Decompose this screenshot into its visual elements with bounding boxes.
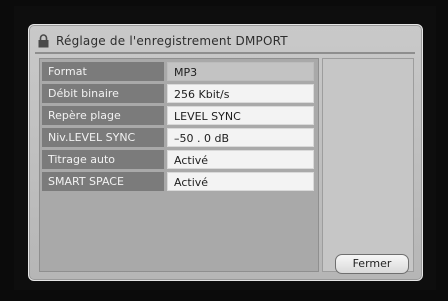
setting-label: Format	[42, 62, 164, 81]
setting-label: SMART SPACE	[42, 172, 164, 191]
setting-row-smart-space[interactable]: SMART SPACE Activé	[42, 172, 314, 191]
setting-row-auto-title[interactable]: Titrage auto Activé	[42, 150, 314, 169]
dialog-title: Réglage de l'enregistrement DMPORT	[56, 34, 288, 48]
setting-label: Repère plage	[42, 106, 164, 125]
settings-list: Format MP3 Débit binaire 256 Kbit/s Repè…	[42, 62, 314, 194]
setting-label: Niv.LEVEL SYNC	[42, 128, 164, 147]
setting-value[interactable]: LEVEL SYNC	[167, 106, 314, 125]
setting-value[interactable]: 256 Kbit/s	[167, 84, 314, 103]
setting-value[interactable]: Activé	[167, 172, 314, 191]
recording-settings-dialog: Réglage de l'enregistrement DMPORT Forma…	[28, 24, 423, 281]
settings-panel: Format MP3 Débit binaire 256 Kbit/s Repè…	[39, 58, 319, 272]
setting-row-bitrate[interactable]: Débit binaire 256 Kbit/s	[42, 84, 314, 103]
setting-label: Titrage auto	[42, 150, 164, 169]
lock-icon	[38, 34, 49, 48]
setting-row-format[interactable]: Format MP3	[42, 62, 314, 81]
setting-label: Débit binaire	[42, 84, 164, 103]
setting-value[interactable]: –50 . 0 dB	[167, 128, 314, 147]
setting-value: MP3	[167, 62, 314, 81]
setting-value[interactable]: Activé	[167, 150, 314, 169]
setting-row-level-sync[interactable]: Niv.LEVEL SYNC –50 . 0 dB	[42, 128, 314, 147]
setting-row-track-mark[interactable]: Repère plage LEVEL SYNC	[42, 106, 314, 125]
side-panel	[322, 58, 414, 272]
close-button[interactable]: Fermer	[335, 254, 409, 274]
dialog-title-bar: Réglage de l'enregistrement DMPORT	[35, 30, 415, 54]
